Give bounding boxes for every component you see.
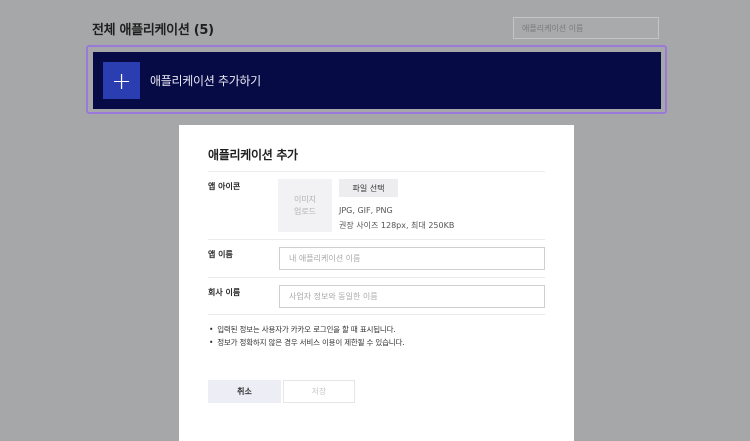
notice-item: 입력된 정보는 사용자가 카카오 로그인을 할 때 표시됩니다. <box>209 323 404 336</box>
image-upload-text: 업로드 <box>293 206 317 216</box>
company-name-label: 회사 이름 <box>208 288 241 297</box>
app-name-input[interactable] <box>279 247 545 270</box>
app-icon-label: 앱 아이콘 <box>208 182 241 191</box>
divider <box>208 314 545 315</box>
choose-file-button[interactable]: 파일 선택 <box>339 179 398 197</box>
divider <box>208 277 545 278</box>
save-button[interactable]: 저장 <box>283 380 355 403</box>
file-format-hint: JPG, GIF, PNG <box>339 206 393 215</box>
company-name-input[interactable] <box>279 285 545 308</box>
page-title: 전체 애플리케이션 (5) <box>92 23 214 38</box>
notice-list: 입력된 정보는 사용자가 카카오 로그인을 할 때 표시됩니다. 정보가 정확하… <box>209 323 404 349</box>
cancel-button[interactable]: 취소 <box>208 380 281 403</box>
app-name-label: 앱 이름 <box>208 250 233 259</box>
add-application-button[interactable]: + 애플리케이션 추가하기 <box>93 52 661 109</box>
notice-item: 정보가 정확하지 않은 경우 서비스 이용이 제한될 수 있습니다. <box>209 336 404 349</box>
divider <box>208 171 545 172</box>
add-application-label: 애플리케이션 추가하기 <box>150 74 261 88</box>
divider <box>208 239 545 240</box>
dialog-title: 애플리케이션 추가 <box>208 148 298 162</box>
plus-icon: + <box>103 62 140 99</box>
add-application-dialog: 애플리케이션 추가 앱 아이콘 이미지 업로드 파일 선택 JPG, GIF, … <box>179 125 574 441</box>
image-upload-placeholder[interactable]: 이미지 업로드 <box>278 179 332 232</box>
image-upload-text: 이미지 <box>293 194 317 204</box>
file-size-hint: 권장 사이즈 128px, 최대 250KB <box>339 221 455 230</box>
add-application-banner-focus-ring: + 애플리케이션 추가하기 <box>86 45 667 114</box>
search-input[interactable] <box>513 17 659 39</box>
